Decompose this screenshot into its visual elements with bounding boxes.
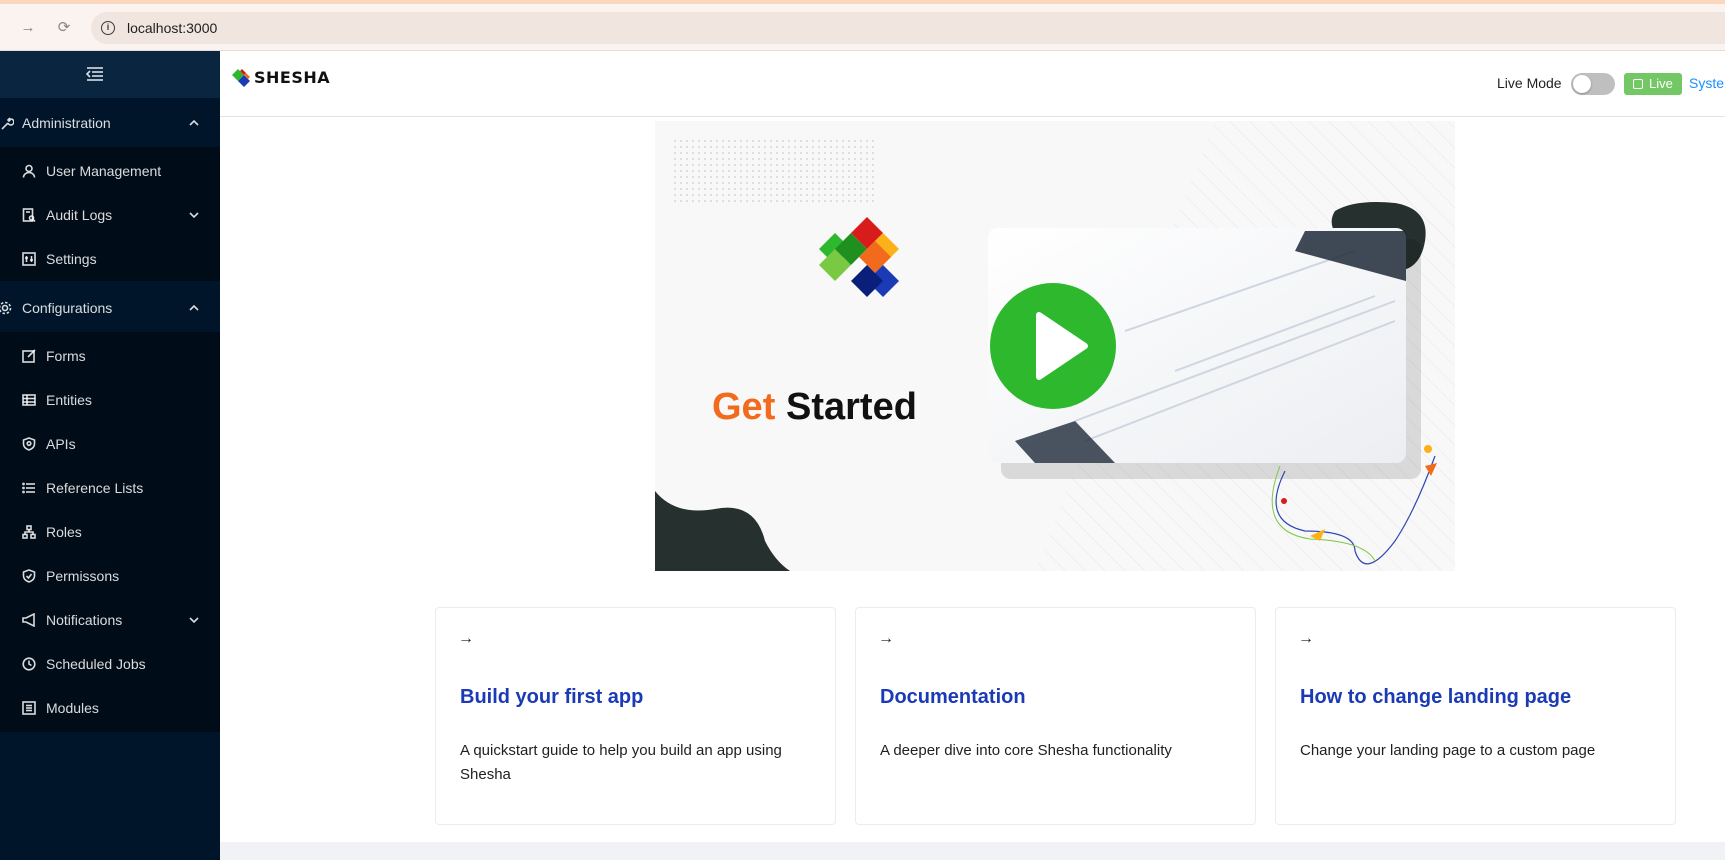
sidebar-group-configurations[interactable]: Configurations (0, 285, 220, 332)
address-bar[interactable]: i localhost:3000 (91, 12, 1725, 44)
sidebar-item-label: Scheduled Jobs (46, 656, 146, 672)
sidebar-item-label: Permissons (46, 568, 120, 584)
live-mode-toggle[interactable] (1571, 73, 1615, 95)
card-title[interactable]: How to change landing page (1300, 686, 1571, 709)
card-description: A quickstart guide to help you build an … (460, 742, 782, 783)
info-icon[interactable]: i (101, 21, 115, 35)
logo-text[interactable]: SHESHA (254, 68, 330, 87)
sidebar-item-label: Entities (46, 392, 92, 408)
administration-submenu: User Management Audit Logs Settings (0, 147, 220, 281)
system-link[interactable]: Systen (1689, 75, 1725, 91)
form-icon (22, 349, 36, 363)
card-build-first-app[interactable]: → Build your first app A quickstart guid… (435, 607, 836, 825)
get-started-video-banner[interactable]: Get Started (655, 121, 1455, 571)
main-content: Get Started → Build your first app A qui… (220, 118, 1725, 842)
sidebar-item-label: APIs (46, 436, 76, 452)
sidebar-group-label: Administration (22, 115, 111, 131)
sidebar-item-label: Modules (46, 700, 99, 716)
chevron-up-icon (189, 119, 199, 126)
sidebar-group-administration[interactable]: Administration (0, 100, 220, 147)
sidebar-item-label: Settings (46, 251, 97, 267)
notification-icon (22, 613, 35, 627)
sidebar-item-settings[interactable]: Settings (0, 239, 220, 279)
configurations-submenu: Forms Entities APIs Reference Lists Role… (0, 332, 220, 732)
sidebar-collapse-bar[interactable] (0, 51, 220, 98)
banner-started-text: Started (786, 386, 917, 428)
shesha-logo-icon[interactable] (232, 67, 254, 91)
wrench-icon (1, 117, 14, 130)
cluster-icon (22, 525, 36, 539)
url-text[interactable]: localhost:3000 (127, 20, 217, 36)
sidebar-item-apis[interactable]: APIs (0, 424, 220, 464)
gear-icon (0, 301, 12, 315)
card-title[interactable]: Build your first app (460, 686, 643, 709)
sidebar-item-forms[interactable]: Forms (0, 336, 220, 376)
sidebar-item-label: Roles (46, 524, 82, 540)
arrow-right-icon: → (878, 630, 894, 647)
card-title[interactable]: Documentation (880, 686, 1026, 709)
card-change-landing-page[interactable]: → How to change landing page Change your… (1275, 607, 1676, 825)
sidebar: Administration User Management Audit Log… (0, 51, 220, 860)
card-description: A deeper dive into core Shesha functiona… (880, 742, 1172, 759)
table-icon (22, 394, 36, 406)
settings-icon (22, 252, 36, 266)
app-header: SHESHA Live Mode Live Systen (220, 51, 1725, 117)
sidebar-item-modules[interactable]: Modules (0, 688, 220, 728)
sidebar-item-user-management[interactable]: User Management (0, 151, 220, 191)
sidebar-item-roles[interactable]: Roles (0, 512, 220, 552)
user-icon (22, 164, 36, 178)
sidebar-item-label: Notifications (46, 612, 123, 628)
sidebar-item-reference-lists[interactable]: Reference Lists (0, 468, 220, 508)
sidebar-item-scheduled-jobs[interactable]: Scheduled Jobs (0, 644, 220, 684)
sidebar-item-permissons[interactable]: Permissons (0, 556, 220, 596)
sidebar-item-notifications[interactable]: Notifications (0, 600, 220, 640)
chevron-down-icon (189, 212, 199, 219)
forward-icon[interactable]: → (18, 18, 38, 38)
live-badge-label: Live (1649, 76, 1673, 91)
toggle-knob (1573, 75, 1591, 93)
list-icon (22, 482, 35, 494)
sidebar-item-label: Audit Logs (46, 207, 113, 223)
sidebar-item-label: User Management (46, 163, 162, 179)
reload-icon[interactable]: ⟳ (54, 18, 74, 38)
sidebar-group-label: Configurations (22, 300, 113, 316)
chevron-down-icon (189, 617, 199, 624)
menu-fold-icon[interactable] (86, 66, 104, 82)
sidebar-item-label: Reference Lists (46, 480, 144, 496)
card-description: Change your landing page to a custom pag… (1300, 742, 1596, 759)
arrow-right-icon: → (458, 630, 474, 647)
copy-icon (1633, 79, 1643, 89)
card-documentation[interactable]: → Documentation A deeper dive into core … (855, 607, 1256, 825)
live-mode-label: Live Mode (1497, 75, 1562, 91)
clock-icon (22, 657, 36, 671)
module-icon (22, 701, 36, 715)
file-search-icon (22, 208, 36, 222)
sidebar-item-label: Forms (46, 348, 86, 364)
sidebar-item-entities[interactable]: Entities (0, 380, 220, 420)
chevron-up-icon (189, 304, 199, 311)
arrow-right-icon: → (1298, 630, 1314, 647)
banner-artwork (655, 121, 1455, 571)
banner-get-text: Get (712, 386, 776, 428)
live-badge[interactable]: Live (1624, 73, 1682, 95)
safety-icon (22, 569, 36, 583)
browser-toolbar: → ⟳ i localhost:3000 (0, 4, 1725, 51)
api-icon (22, 437, 36, 451)
page-footer-strip (220, 842, 1725, 860)
sidebar-item-audit-logs[interactable]: Audit Logs (0, 195, 220, 235)
